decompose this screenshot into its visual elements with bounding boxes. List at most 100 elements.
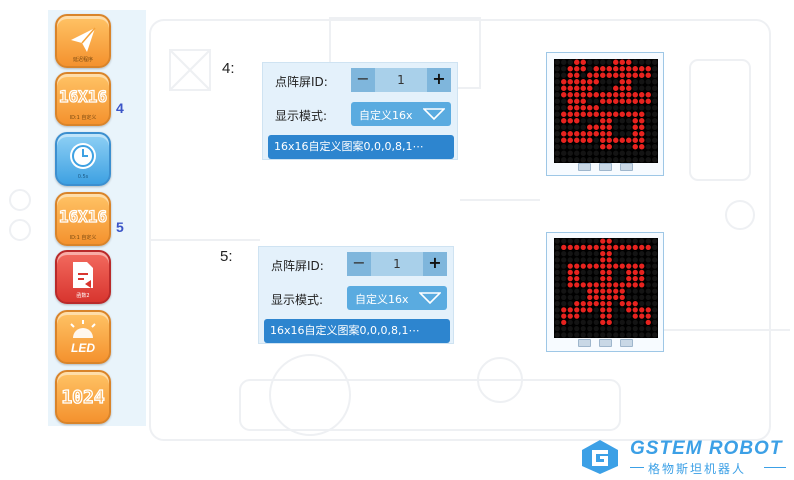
led-dot-off[interactable] — [652, 85, 658, 91]
led-dot-on[interactable] — [580, 59, 586, 65]
led-dot-off[interactable] — [554, 111, 560, 117]
led-dot-on[interactable] — [574, 111, 580, 117]
led-dot-off[interactable] — [567, 59, 573, 65]
led-dot-off[interactable] — [574, 294, 580, 300]
led-dot-on[interactable] — [587, 92, 593, 98]
led-dot-off[interactable] — [574, 251, 580, 257]
led-dot-on[interactable] — [639, 118, 645, 124]
led-dot-on[interactable] — [632, 124, 638, 130]
led-dot-on[interactable] — [639, 263, 645, 269]
led-dot-off[interactable] — [567, 301, 573, 307]
led-dot-off[interactable] — [600, 332, 606, 338]
led-dot-on[interactable] — [645, 307, 651, 313]
led-dot-off[interactable] — [619, 131, 625, 137]
display-mode-select[interactable]: 自定义16x — [351, 102, 451, 126]
led-dot-on[interactable] — [593, 131, 599, 137]
led-dot-on[interactable] — [639, 144, 645, 150]
led-dot-on[interactable] — [632, 118, 638, 124]
led-dot-off[interactable] — [613, 124, 619, 130]
led-dot-off[interactable] — [580, 238, 586, 244]
led-dot-off[interactable] — [554, 150, 560, 156]
led-dot-on[interactable] — [561, 137, 567, 143]
led-dot-off[interactable] — [593, 326, 599, 332]
led-dot-off[interactable] — [574, 238, 580, 244]
led-dot-off[interactable] — [645, 144, 651, 150]
led-dot-off[interactable] — [613, 257, 619, 263]
led-dot-off[interactable] — [593, 257, 599, 263]
led-dot-on[interactable] — [619, 98, 625, 104]
led-dot-on[interactable] — [626, 59, 632, 65]
led-dot-on[interactable] — [613, 294, 619, 300]
matrix-id-value[interactable]: 1 — [375, 68, 427, 92]
led-dot-off[interactable] — [580, 72, 586, 78]
led-dot-on[interactable] — [567, 72, 573, 78]
led-dot-off[interactable] — [645, 124, 651, 130]
led-dot-off[interactable] — [652, 269, 658, 275]
led-dot-on[interactable] — [632, 276, 638, 282]
led-dot-off[interactable] — [561, 251, 567, 257]
led-dot-off[interactable] — [639, 319, 645, 325]
led-dot-on[interactable] — [613, 137, 619, 143]
led-dot-off[interactable] — [600, 150, 606, 156]
led-dot-on[interactable] — [606, 251, 612, 257]
led-dot-on[interactable] — [600, 118, 606, 124]
led-dot-on[interactable] — [593, 301, 599, 307]
led-dot-on[interactable] — [567, 105, 573, 111]
led-dot-off[interactable] — [626, 313, 632, 319]
led-dot-off[interactable] — [600, 326, 606, 332]
led-dot-off[interactable] — [587, 326, 593, 332]
led-dot-off[interactable] — [600, 79, 606, 85]
palette-block-7[interactable]: 1024 — [55, 370, 111, 424]
led-dot-on[interactable] — [632, 269, 638, 275]
led-dot-off[interactable] — [554, 244, 560, 250]
led-dot-on[interactable] — [593, 288, 599, 294]
led-dot-off[interactable] — [561, 150, 567, 156]
led-dot-on[interactable] — [580, 263, 586, 269]
led-dot-on[interactable] — [593, 244, 599, 250]
led-dot-off[interactable] — [652, 124, 658, 130]
led-dot-off[interactable] — [580, 118, 586, 124]
led-dot-on[interactable] — [619, 282, 625, 288]
led-dot-on[interactable] — [606, 288, 612, 294]
led-dot-off[interactable] — [561, 105, 567, 111]
led-dot-off[interactable] — [606, 150, 612, 156]
led-dot-on[interactable] — [580, 301, 586, 307]
led-dot-on[interactable] — [580, 98, 586, 104]
led-dot-off[interactable] — [561, 288, 567, 294]
led-dot-off[interactable] — [626, 124, 632, 130]
led-dot-off[interactable] — [593, 157, 599, 163]
led-dot-off[interactable] — [593, 150, 599, 156]
led-dot-on[interactable] — [619, 294, 625, 300]
led-dot-on[interactable] — [561, 118, 567, 124]
led-dot-on[interactable] — [606, 307, 612, 313]
palette-block-5[interactable]: 函数2 — [55, 250, 111, 304]
led-dot-off[interactable] — [613, 238, 619, 244]
led-dot-on[interactable] — [619, 92, 625, 98]
led-dot-on[interactable] — [619, 72, 625, 78]
preview-prev-button[interactable] — [577, 339, 591, 347]
led-dot-off[interactable] — [567, 319, 573, 325]
led-dot-off[interactable] — [587, 319, 593, 325]
led-dot-on[interactable] — [606, 137, 612, 143]
led-dot-off[interactable] — [632, 332, 638, 338]
led-dot-off[interactable] — [645, 137, 651, 143]
led-dot-off[interactable] — [645, 238, 651, 244]
led-dot-on[interactable] — [561, 307, 567, 313]
led-dot-off[interactable] — [554, 85, 560, 91]
led-dot-on[interactable] — [600, 144, 606, 150]
led-dot-off[interactable] — [593, 276, 599, 282]
led-dot-off[interactable] — [587, 150, 593, 156]
led-dot-off[interactable] — [574, 124, 580, 130]
led-dot-on[interactable] — [600, 92, 606, 98]
led-dot-off[interactable] — [626, 131, 632, 137]
led-dot-on[interactable] — [626, 111, 632, 117]
led-dot-off[interactable] — [613, 157, 619, 163]
led-dot-on[interactable] — [639, 137, 645, 143]
led-dot-on[interactable] — [613, 288, 619, 294]
led-dot-off[interactable] — [652, 59, 658, 65]
led-dot-off[interactable] — [619, 326, 625, 332]
led-dot-on[interactable] — [632, 307, 638, 313]
led-dot-off[interactable] — [613, 131, 619, 137]
led-dot-off[interactable] — [652, 105, 658, 111]
led-dot-off[interactable] — [580, 294, 586, 300]
